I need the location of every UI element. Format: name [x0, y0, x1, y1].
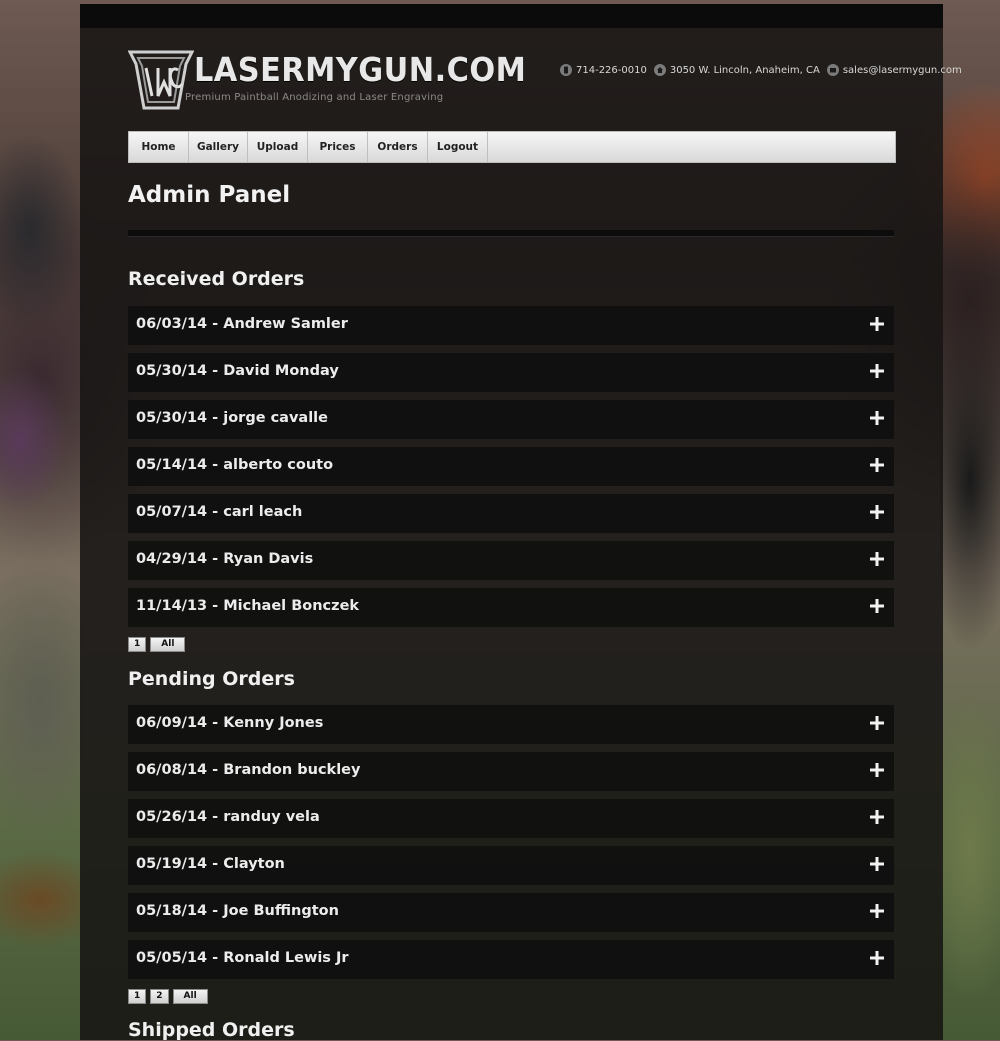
plus-icon[interactable] [868, 855, 886, 873]
plus-icon[interactable] [868, 456, 886, 474]
order-label: 06/09/14 - Kenny Jones [136, 715, 324, 731]
plus-icon[interactable] [868, 503, 886, 521]
nav-home[interactable]: Home [129, 132, 189, 162]
main-panel: LASERMYGUN.COM Premium Paintball Anodizi… [80, 4, 962, 1041]
pending-orders-title: Pending Orders [128, 668, 295, 690]
order-label: 05/30/14 - jorge cavalle [136, 410, 328, 426]
mail-icon [826, 64, 839, 76]
home-icon [653, 64, 666, 76]
site-header: LASERMYGUN.COM Premium Paintball Anodizi… [128, 48, 962, 112]
received-orders-title: Received Orders [128, 268, 305, 290]
order-label: 05/07/14 - carl leach [136, 504, 303, 520]
plus-icon[interactable] [868, 362, 886, 380]
nav-upload[interactable]: Upload [248, 132, 308, 162]
plus-icon[interactable] [868, 714, 886, 732]
background-paintball-player-left [0, 0, 82, 1040]
order-label: 05/19/14 - Clayton [136, 856, 285, 872]
order-row[interactable]: 06/03/14 - Andrew Samler [128, 306, 894, 345]
order-label: 11/14/13 - Michael Bonczek [136, 598, 360, 614]
order-row[interactable]: 11/14/13 - Michael Bonczek [128, 588, 894, 627]
plus-icon[interactable] [868, 902, 886, 920]
plus-icon[interactable] [868, 550, 886, 568]
contact-info: 714-226-0010 3050 W. Lincoln, Anaheim, C… [560, 64, 965, 76]
order-row[interactable]: 05/05/14 - Ronald Lewis Jr [128, 940, 894, 979]
shipped-orders-title: Shipped Orders [128, 1019, 295, 1041]
order-row[interactable]: 05/26/14 - randuy vela [128, 799, 894, 838]
address: 3050 W. Lincoln, Anaheim, CA [669, 64, 820, 76]
order-row[interactable]: 05/19/14 - Clayton [128, 846, 894, 885]
order-label: 04/29/14 - Ryan Davis [136, 551, 314, 567]
phone-number: 714-226-0010 [576, 64, 647, 76]
order-row[interactable]: 05/30/14 - David Monday [128, 353, 894, 392]
plus-icon[interactable] [868, 949, 886, 967]
order-row[interactable]: 05/07/14 - carl leach [128, 494, 894, 533]
order-row[interactable]: 04/29/14 - Ryan Davis [128, 541, 894, 580]
page-button-all[interactable]: All [150, 637, 186, 652]
divider [128, 230, 894, 237]
page-button-1[interactable]: 1 [128, 989, 147, 1004]
main-nav: Home Gallery Upload Prices Orders Logout [128, 131, 896, 163]
order-row[interactable]: 05/14/14 - alberto couto [128, 447, 894, 486]
top-bar [80, 4, 943, 28]
order-row[interactable]: 06/08/14 - Brandon buckley [128, 752, 894, 791]
order-label: 05/18/14 - Joe Buffington [136, 903, 339, 919]
page-button-all[interactable]: All [172, 989, 208, 1004]
tagline: Premium Paintball Anodizing and Laser En… [185, 92, 444, 103]
page-button-1[interactable]: 1 [128, 637, 147, 652]
brand-name[interactable]: LASERMYGUN.COM [194, 50, 526, 89]
phone-icon [560, 64, 572, 76]
plus-icon[interactable] [868, 409, 886, 427]
order-row[interactable]: 05/30/14 - jorge cavalle [128, 400, 894, 439]
pending-pagination: 1 2 All [128, 989, 208, 1004]
order-label: 05/05/14 - Ronald Lewis Jr [136, 950, 349, 966]
plus-icon[interactable] [868, 315, 886, 333]
background-paintball-player-right [940, 0, 1000, 1040]
order-row[interactable]: 05/18/14 - Joe Buffington [128, 893, 894, 932]
nav-gallery[interactable]: Gallery [189, 132, 248, 162]
page-button-2[interactable]: 2 [150, 989, 169, 1004]
order-label: 05/30/14 - David Monday [136, 363, 339, 379]
plus-icon[interactable] [868, 761, 886, 779]
plus-icon[interactable] [868, 597, 886, 615]
order-label: 06/03/14 - Andrew Samler [136, 316, 348, 332]
nav-orders[interactable]: Orders [368, 132, 428, 162]
nav-prices[interactable]: Prices [308, 132, 368, 162]
plus-icon[interactable] [868, 808, 886, 826]
order-label: 05/26/14 - randuy vela [136, 809, 320, 825]
email-link[interactable]: sales@lasermygun.com [843, 65, 962, 76]
order-label: 05/14/14 - alberto couto [136, 457, 334, 473]
page-title: Admin Panel [128, 182, 291, 208]
order-row[interactable]: 06/09/14 - Kenny Jones [128, 705, 894, 744]
received-pagination: 1 All [128, 637, 186, 652]
nav-logout[interactable]: Logout [428, 132, 488, 162]
order-label: 06/08/14 - Brandon buckley [136, 762, 361, 778]
